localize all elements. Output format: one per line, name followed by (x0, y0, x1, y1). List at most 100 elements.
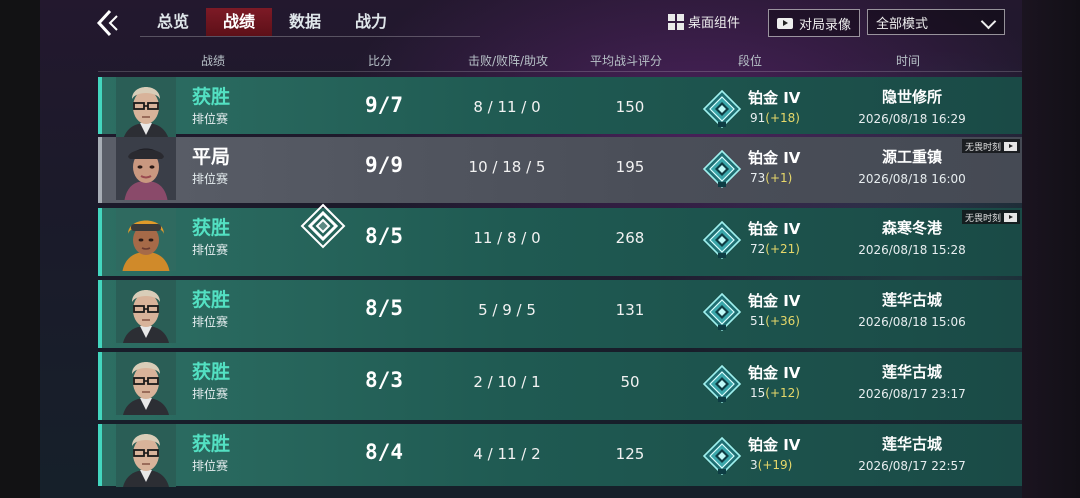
match-type: 排位赛 (192, 112, 229, 126)
match-history-screen: 总览 战绩 数据 战力 桌面组件 对局录像 全部模式 战绩 比分 击败/败阵/助… (0, 0, 1080, 498)
diamond-marker-icon (300, 203, 346, 249)
match-row[interactable]: 获胜 排位赛 8/5 11 / 8 / 0 268 铂金 IV 72(+21) 森寒冬港 202… (98, 208, 1022, 276)
match-time: 2026/08/17 22:57 (858, 459, 966, 473)
rank-points: 91(+18) (750, 111, 800, 125)
rank-name: 铂金 IV (748, 220, 801, 238)
highlight-moment-badge[interactable]: 无畏时刻 (961, 139, 1020, 153)
match-type: 排位赛 (192, 172, 229, 186)
match-score: 8/4 (365, 440, 403, 464)
agent-avatar (116, 208, 176, 271)
match-score: 8/3 (365, 368, 403, 392)
match-map: 隐世修所 (881, 88, 942, 106)
rank-points-value: 91 (750, 111, 766, 125)
desktop-widget-button[interactable]: 桌面组件 (668, 12, 740, 31)
rank-points-delta: (+18) (765, 111, 800, 125)
col-header-rank: 段位 (737, 54, 762, 68)
match-kda: 5 / 9 / 5 (478, 301, 536, 319)
widget-grid-icon (668, 13, 684, 30)
rank-name: 铂金 IV (748, 436, 801, 454)
rank-name: 铂金 IV (748, 89, 801, 107)
rank-points: 15(+12) (750, 386, 800, 400)
col-header-kda: 击败/败阵/助攻 (467, 54, 549, 68)
col-header-time: 时间 (895, 54, 920, 68)
rank-name: 铂金 IV (748, 292, 801, 310)
match-rating: 150 (615, 98, 645, 116)
back-icon[interactable] (93, 8, 127, 38)
agent-avatar (116, 352, 176, 415)
match-score: 8/5 (365, 224, 403, 248)
rank-points: 73(+1) (750, 171, 792, 185)
tab-data[interactable]: 数据 (272, 8, 338, 36)
match-row[interactable]: 平局 排位赛 9/9 10 / 18 / 5 195 铂金 IV 73(+1) 源工重镇 202… (98, 137, 1022, 203)
match-kda: 4 / 11 / 2 (473, 445, 541, 463)
match-rating: 268 (615, 229, 645, 247)
match-map: 莲华古城 (881, 291, 942, 309)
match-rating: 50 (620, 373, 640, 391)
rank-points-value: 72 (750, 242, 766, 256)
match-kda: 2 / 10 / 1 (473, 373, 541, 391)
platinum-rank-icon (702, 436, 742, 476)
match-kda: 10 / 18 / 5 (468, 158, 546, 176)
match-row[interactable]: 获胜 排位赛 8/3 2 / 10 / 1 50 铂金 IV 15(+12) 莲华古城 2026… (98, 352, 1022, 420)
video-play-icon (776, 17, 793, 29)
header-divider (98, 71, 1022, 72)
agent-avatar (116, 280, 176, 343)
tab-bar: 总览 战绩 数据 战力 (140, 8, 404, 36)
match-time: 2026/08/18 16:00 (858, 172, 966, 186)
match-score: 9/9 (365, 153, 403, 177)
agent-avatar (116, 77, 176, 140)
highlight-moment-badge[interactable]: 无畏时刻 (961, 210, 1020, 224)
match-type: 排位赛 (192, 315, 229, 329)
rank-points-value: 15 (750, 386, 766, 400)
desktop-widget-label: 桌面组件 (688, 16, 741, 31)
match-row[interactable]: 获胜 排位赛 8/4 4 / 11 / 2 125 铂金 IV 3(+19) 莲华古城 2026… (98, 424, 1022, 487)
right-edge (1022, 0, 1080, 498)
match-kda: 8 / 11 / 0 (473, 98, 541, 116)
left-edge (0, 0, 40, 498)
mode-dropdown[interactable]: 全部模式 (867, 9, 1005, 35)
match-rating: 131 (615, 301, 645, 319)
rank-points: 72(+21) (750, 242, 800, 256)
agent-avatar (116, 424, 176, 487)
match-map: 莲华古城 (881, 435, 942, 453)
match-result: 获胜 (192, 361, 231, 383)
mode-dropdown-value: 全部模式 (876, 16, 929, 32)
rank-points-delta: (+1) (765, 171, 793, 185)
tab-power[interactable]: 战力 (338, 8, 404, 36)
match-map: 莲华古城 (881, 363, 942, 381)
chevron-down-icon (980, 13, 997, 30)
col-header-score: 比分 (367, 54, 392, 68)
tab-overview[interactable]: 总览 (140, 8, 206, 36)
rank-points-value: 51 (750, 314, 766, 328)
rank-points: 3(+19) (750, 458, 792, 472)
match-replay-button[interactable]: 对局录像 (768, 9, 860, 37)
video-play-icon (1004, 212, 1017, 222)
rank-name: 铂金 IV (748, 149, 801, 167)
platinum-rank-icon (702, 89, 742, 129)
match-kda: 11 / 8 / 0 (473, 229, 541, 247)
match-result: 获胜 (192, 289, 231, 311)
rank-points-value: 3 (750, 458, 758, 472)
match-row[interactable]: 获胜 排位赛 8/5 5 / 9 / 5 131 铂金 IV 51(+36) 莲华古城 2026… (98, 280, 1022, 348)
platinum-rank-icon (702, 149, 742, 189)
match-result: 获胜 (192, 86, 231, 108)
match-result: 平局 (192, 146, 231, 168)
video-play-icon (1004, 141, 1017, 151)
platinum-rank-icon (702, 364, 742, 404)
match-rating: 195 (615, 158, 645, 176)
rank-points-delta: (+19) (757, 458, 793, 472)
match-time: 2026/08/17 23:17 (858, 387, 966, 401)
match-row[interactable]: 获胜 排位赛 9/7 8 / 11 / 0 150 铂金 IV 91(+18) 隐世修所 202… (98, 77, 1022, 140)
agent-avatar (116, 137, 176, 200)
rank-points-delta: (+21) (765, 242, 800, 256)
match-type: 排位赛 (192, 243, 229, 257)
highlight-moment-label: 无畏时刻 (964, 213, 1001, 224)
platinum-rank-icon (702, 220, 742, 260)
rank-points: 51(+36) (750, 314, 800, 328)
tab-records[interactable]: 战绩 (206, 8, 272, 36)
match-result: 获胜 (192, 433, 231, 455)
rank-points-value: 73 (750, 171, 766, 185)
match-time: 2026/08/18 16:29 (858, 112, 966, 126)
col-header-rating: 平均战斗评分 (589, 54, 662, 68)
match-time: 2026/08/18 15:28 (858, 243, 966, 257)
